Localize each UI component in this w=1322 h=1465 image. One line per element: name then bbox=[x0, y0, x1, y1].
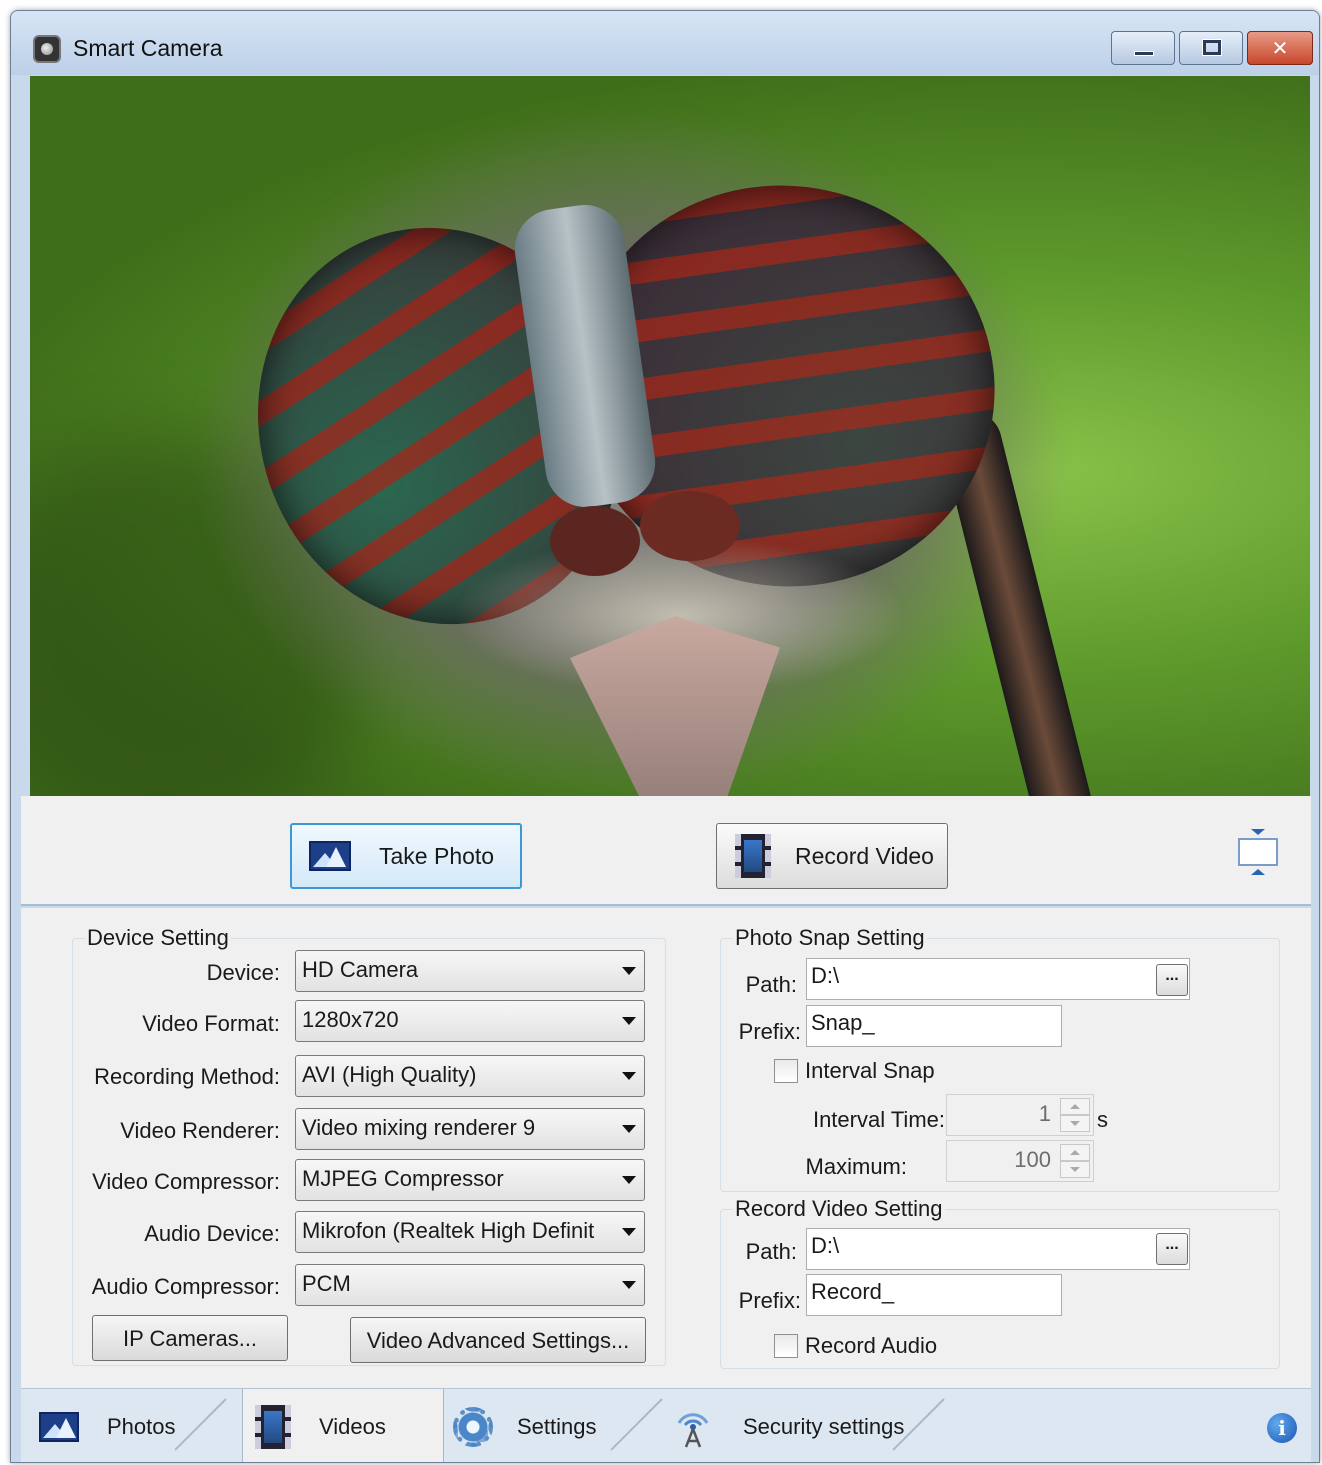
take-photo-label: Take Photo bbox=[379, 842, 495, 869]
app-window: Smart Camera ✕ Take Photo Record Video D… bbox=[10, 10, 1320, 1463]
tab-settings-label: Settings bbox=[517, 1414, 597, 1439]
interval-time-unit: s bbox=[1097, 1107, 1108, 1132]
close-icon: ✕ bbox=[1271, 36, 1289, 60]
camera-preview bbox=[30, 76, 1310, 796]
chevron-down-icon bbox=[622, 1228, 636, 1236]
photo-path-label: Path: bbox=[745, 972, 797, 997]
chevron-down-icon bbox=[622, 1125, 636, 1133]
photo-path-input[interactable]: D:\ bbox=[806, 958, 1190, 1000]
tab-photos[interactable]: Photos bbox=[39, 1389, 227, 1462]
close-button[interactable]: ✕ bbox=[1247, 31, 1313, 65]
interval-snap-label: Interval Snap bbox=[805, 1058, 935, 1083]
video-compressor-value: MJPEG Compressor bbox=[302, 1166, 504, 1191]
tab-photos-label: Photos bbox=[107, 1414, 176, 1439]
record-video-button[interactable]: Record Video bbox=[716, 823, 948, 889]
tab-videos-label: Videos bbox=[319, 1414, 386, 1439]
video-renderer-label: Video Renderer: bbox=[120, 1118, 280, 1143]
video-format-select[interactable]: 1280x720 bbox=[295, 1000, 645, 1042]
collapse-panel-icon[interactable] bbox=[1237, 829, 1279, 875]
video-prefix-label: Prefix: bbox=[738, 1288, 801, 1313]
video-compressor-label: Video Compressor: bbox=[92, 1169, 280, 1194]
film-icon bbox=[735, 834, 771, 878]
device-setting-title: Device Setting bbox=[85, 925, 231, 951]
interval-time-spin-buttons[interactable] bbox=[1060, 1098, 1090, 1132]
recording-method-select[interactable]: AVI (High Quality) bbox=[295, 1055, 645, 1097]
take-photo-button[interactable]: Take Photo bbox=[290, 823, 522, 889]
maximum-label: Maximum: bbox=[805, 1154, 907, 1179]
photo-path-browse-button[interactable]: ... bbox=[1156, 964, 1188, 996]
record-audio-checkbox[interactable] bbox=[774, 1334, 798, 1358]
interval-time-spinner[interactable]: 1 bbox=[946, 1094, 1094, 1136]
video-advanced-settings-button[interactable]: Video Advanced Settings... bbox=[350, 1317, 646, 1363]
audio-compressor-value: PCM bbox=[302, 1271, 351, 1296]
title-bar: Smart Camera ✕ bbox=[11, 11, 1319, 75]
video-renderer-value: Video mixing renderer 9 bbox=[302, 1115, 536, 1140]
spin-up-icon[interactable] bbox=[1060, 1098, 1090, 1115]
chevron-down-icon bbox=[622, 1281, 636, 1289]
audio-compressor-label: Audio Compressor: bbox=[91, 1274, 280, 1299]
chevron-down-icon bbox=[622, 1072, 636, 1080]
window-controls: ✕ bbox=[1111, 31, 1313, 65]
video-path-input[interactable]: D:\ bbox=[806, 1228, 1190, 1270]
maximize-icon bbox=[1202, 39, 1222, 56]
bottom-tab-bar: Photos Videos Settings Security settings… bbox=[21, 1388, 1311, 1462]
record-video-title: Record Video Setting bbox=[733, 1196, 945, 1222]
device-value: HD Camera bbox=[302, 957, 419, 982]
video-format-label: Video Format: bbox=[142, 1011, 280, 1036]
chevron-down-icon bbox=[622, 967, 636, 975]
record-video-label: Record Video bbox=[795, 842, 934, 869]
photo-prefix-input[interactable]: Snap_ bbox=[806, 1005, 1062, 1047]
device-select[interactable]: HD Camera bbox=[295, 950, 645, 992]
audio-device-select[interactable]: Mikrofon (Realtek High Definit bbox=[295, 1211, 645, 1253]
minimize-button[interactable] bbox=[1111, 31, 1175, 65]
photo-prefix-label: Prefix: bbox=[738, 1019, 801, 1044]
tab-settings[interactable]: Settings bbox=[453, 1389, 663, 1462]
action-bar: Take Photo Record Video bbox=[21, 796, 1311, 906]
maximum-spinner[interactable]: 100 bbox=[946, 1140, 1094, 1182]
video-renderer-select[interactable]: Video mixing renderer 9 bbox=[295, 1108, 645, 1150]
interval-time-label: Interval Time: bbox=[812, 1107, 945, 1132]
settings-panel: Device Setting Device: HD Camera Video F… bbox=[21, 908, 1311, 1388]
maximize-button[interactable] bbox=[1179, 31, 1243, 65]
recording-method-value: AVI (High Quality) bbox=[302, 1062, 477, 1087]
audio-device-value: Mikrofon (Realtek High Definit bbox=[302, 1218, 595, 1243]
audio-device-label: Audio Device: bbox=[144, 1221, 280, 1246]
video-path-label: Path: bbox=[745, 1239, 797, 1264]
video-path-browse-button[interactable]: ... bbox=[1156, 1233, 1188, 1265]
ip-cameras-button[interactable]: IP Cameras... bbox=[92, 1315, 288, 1361]
tab-videos[interactable]: Videos bbox=[242, 1389, 444, 1462]
video-format-value: 1280x720 bbox=[302, 1007, 399, 1032]
window-title: Smart Camera bbox=[73, 35, 223, 61]
film-icon bbox=[255, 1405, 291, 1449]
minimize-icon bbox=[1134, 51, 1154, 56]
spin-up-icon[interactable] bbox=[1060, 1144, 1090, 1161]
photo-snap-title: Photo Snap Setting bbox=[733, 925, 927, 951]
recording-method-label: Recording Method: bbox=[94, 1064, 280, 1089]
interval-time-value: 1 bbox=[1038, 1101, 1051, 1126]
gear-icon bbox=[453, 1407, 493, 1447]
video-prefix-input[interactable]: Record_ bbox=[806, 1274, 1062, 1316]
audio-compressor-select[interactable]: PCM bbox=[295, 1264, 645, 1306]
tab-security-settings-label: Security settings bbox=[743, 1414, 905, 1439]
info-icon[interactable]: i bbox=[1267, 1413, 1297, 1443]
photo-icon bbox=[39, 1412, 79, 1442]
chevron-down-icon bbox=[622, 1176, 636, 1184]
record-audio-label: Record Audio bbox=[805, 1333, 938, 1358]
interval-snap-checkbox[interactable] bbox=[774, 1059, 798, 1083]
camera-app-icon bbox=[33, 35, 61, 63]
tab-security-settings[interactable]: Security settings bbox=[673, 1389, 973, 1462]
chevron-down-icon bbox=[622, 1017, 636, 1025]
antenna-icon bbox=[677, 1413, 709, 1448]
maximum-spin-buttons[interactable] bbox=[1060, 1144, 1090, 1178]
spin-down-icon[interactable] bbox=[1060, 1161, 1090, 1178]
spin-down-icon[interactable] bbox=[1060, 1115, 1090, 1132]
video-compressor-select[interactable]: MJPEG Compressor bbox=[295, 1159, 645, 1201]
maximum-value: 100 bbox=[1014, 1147, 1051, 1172]
photo-icon bbox=[309, 841, 351, 871]
device-label: Device: bbox=[206, 960, 280, 985]
